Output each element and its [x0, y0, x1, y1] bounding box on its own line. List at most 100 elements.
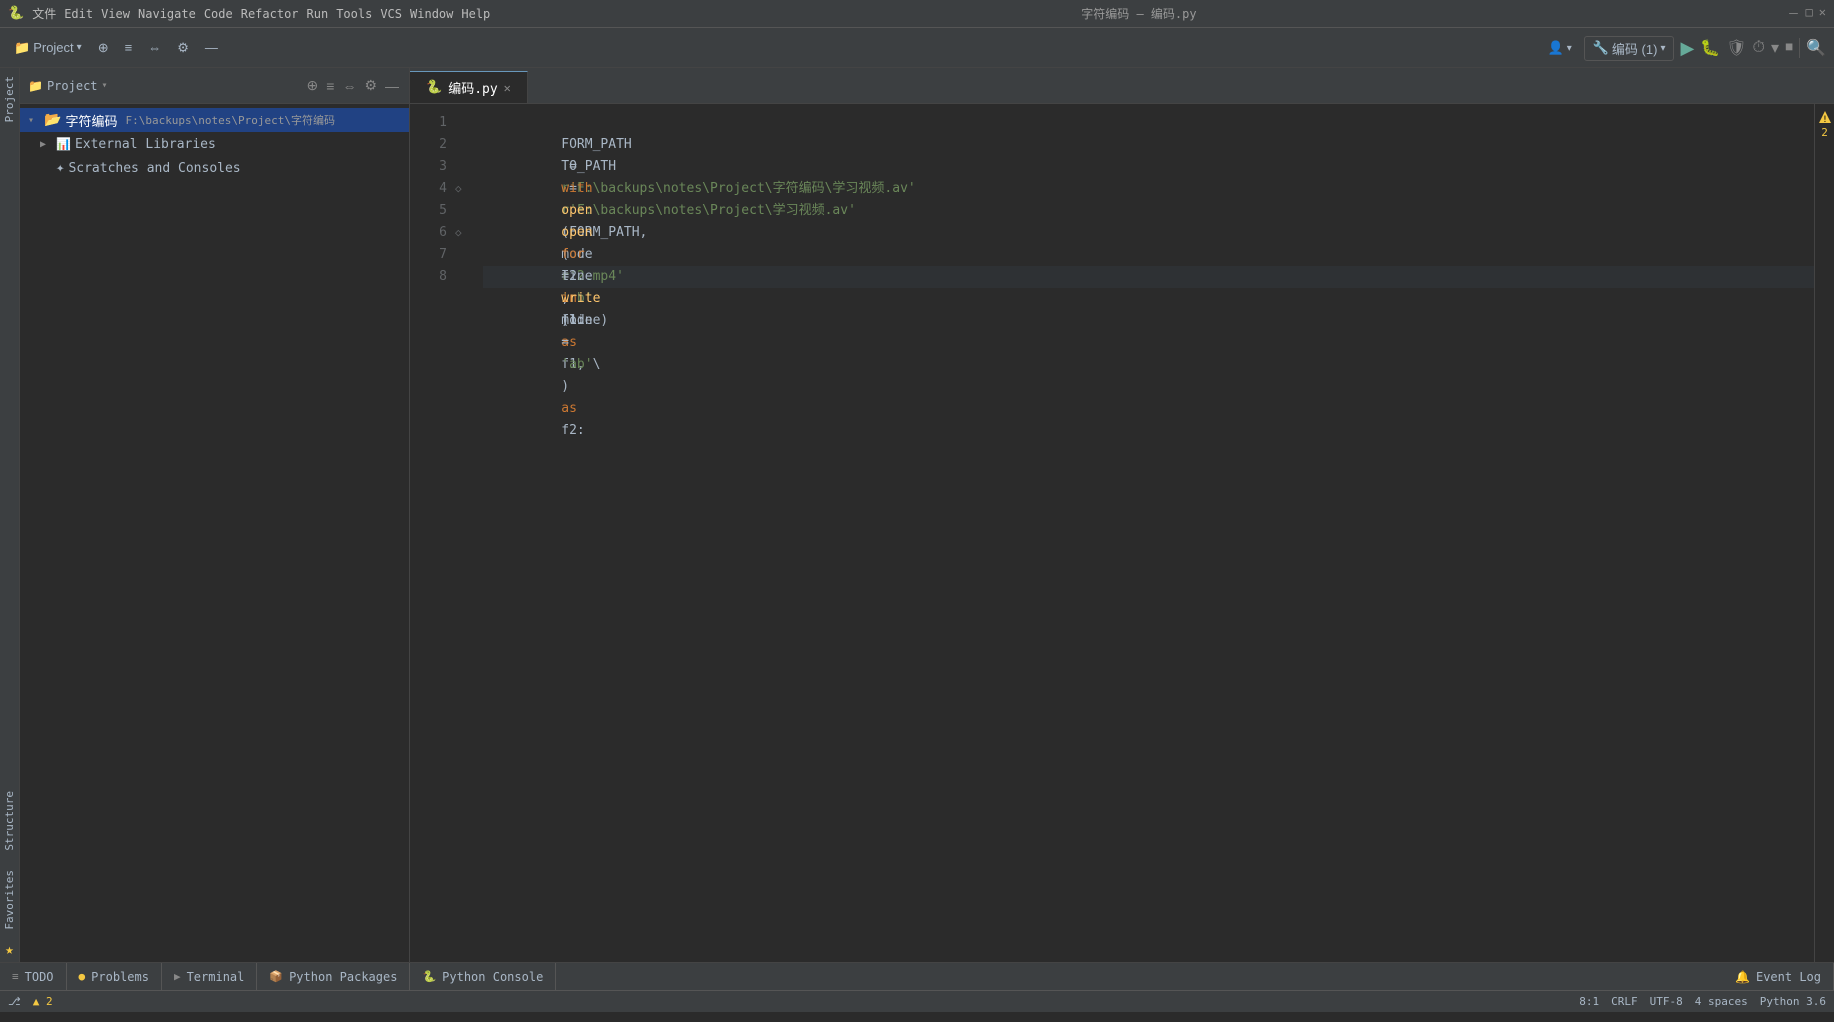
cursor-position[interactable]: 8:1 [1579, 995, 1599, 1008]
project-dropdown[interactable]: 📁 Project ▾ [8, 36, 88, 60]
code-token [561, 225, 592, 240]
project-activity-tab[interactable]: Project [1, 68, 18, 130]
editor-area: 🐍 编码.py ✕ 1 2 3 4 5 6 7 8 [410, 68, 1834, 962]
run-config-icon: 🔧 [1593, 40, 1609, 56]
fold-line-6[interactable]: ◇ [455, 222, 475, 244]
hide-panel-btn[interactable]: — [199, 36, 224, 59]
locate-in-tree-btn[interactable]: ⊕ [92, 36, 115, 60]
gear-icon: ⚙ [177, 40, 189, 56]
editor-tab-bar: 🐍 编码.py ✕ [410, 68, 1834, 104]
fold-line-2 [455, 134, 475, 156]
code-token: = [561, 335, 569, 350]
run-config-arrow: ▾ [1660, 43, 1665, 54]
line-ending[interactable]: CRLF [1611, 995, 1638, 1008]
editor-tab-bianma[interactable]: 🐍 编码.py ✕ [410, 71, 528, 103]
tab-terminal[interactable]: ▶ Terminal [162, 963, 257, 991]
tab-problems-label: Problems [91, 970, 149, 984]
tab-terminal-label: Terminal [187, 970, 245, 984]
warning-triangle-icon: ! [1818, 110, 1832, 124]
menu-refactor[interactable]: Refactor [241, 7, 299, 21]
line-numbers: 1 2 3 4 5 6 7 8 [410, 104, 455, 962]
fold-gutter: ◇ ◇ [455, 104, 475, 962]
settings-btn[interactable]: ⚙ [171, 36, 195, 60]
status-warnings[interactable]: ▲ 2 [33, 995, 53, 1008]
run-config-btn[interactable]: 🔧 编码 (1) ▾ [1584, 36, 1675, 61]
project-locate-btn[interactable]: ⊕ [305, 75, 321, 96]
code-token: f2. [561, 269, 584, 284]
menu-help[interactable]: Help [461, 7, 490, 21]
line-num-2: 2 [410, 134, 447, 156]
menu-code[interactable]: Code [204, 7, 233, 21]
project-tree: ▾ 📂 字符编码 F:\backups\notes\Project\字符编码 ▶… [20, 104, 409, 962]
fold-line-3 [455, 156, 475, 178]
code-content[interactable]: FORM_PATH = r'F:\backups\notes\Project\字… [475, 104, 1814, 962]
structure-activity-tab[interactable]: Structure [1, 783, 18, 859]
project-dropdown-arrow[interactable]: ▾ [102, 80, 108, 91]
menu-tools[interactable]: Tools [336, 7, 372, 21]
project-collapse-btn[interactable]: ≡ [324, 75, 336, 96]
fold-line-1 [455, 112, 475, 134]
tree-item-root[interactable]: ▾ 📂 字符编码 F:\backups\notes\Project\字符编码 [20, 108, 409, 132]
python-version[interactable]: Python 3.6 [1760, 995, 1826, 1008]
account-arrow: ▾ [1567, 43, 1572, 54]
line-num-5: 5 [410, 200, 447, 222]
code-token: r'F:\backups\notes\Project\字符编码\学习视频.av' [561, 181, 915, 196]
menu-window[interactable]: Window [410, 7, 453, 21]
menu-edit[interactable]: Edit [64, 7, 93, 21]
svg-text:!: ! [1822, 115, 1827, 124]
code-line-7[interactable] [483, 244, 1814, 266]
fold-line-4[interactable]: ◇ [455, 178, 475, 200]
code-token: 'ab' [561, 357, 592, 372]
library-icon: 📊 [56, 137, 71, 151]
code-line-3[interactable]: with open (FORM_PATH, mode = 'rb' ) as f… [483, 156, 1814, 178]
tree-item-path: F:\backups\notes\Project\字符编码 [125, 112, 335, 128]
menu-view[interactable]: View [101, 7, 130, 21]
code-token: f2: [561, 423, 584, 438]
expand-all-btn[interactable]: ⇔ [142, 36, 167, 59]
tree-item-ext-libs[interactable]: ▶ 📊 External Libraries [20, 132, 409, 156]
code-token: write [561, 291, 600, 306]
project-settings-btn[interactable]: ⚙ [362, 75, 379, 96]
search-everywhere-btn[interactable]: 🔍 [1806, 38, 1826, 58]
indent-label[interactable]: 4 spaces [1695, 995, 1748, 1008]
tab-problems[interactable]: ● Problems [67, 963, 162, 991]
code-line-1[interactable]: FORM_PATH = r'F:\backups\notes\Project\字… [483, 112, 1814, 134]
right-warning-gutter: ! 2 [1814, 104, 1834, 962]
line-num-3: 3 [410, 156, 447, 178]
menu-run[interactable]: Run [307, 7, 329, 21]
tab-python-packages[interactable]: 📦 Python Packages [257, 963, 410, 991]
tab-event-log[interactable]: 🔔 Event Log [1723, 963, 1834, 991]
menu-file[interactable]: 文件 [32, 5, 56, 22]
debug-btn[interactable]: 🐛 [1700, 38, 1720, 58]
collapse-all-btn[interactable]: ≡ [119, 36, 139, 59]
code-line-2[interactable]: TO_PATH = r'F:\backups\notes\Project\学习视… [483, 134, 1814, 156]
stop-btn[interactable]: ⏹ [1785, 39, 1793, 57]
run-btn[interactable]: ▶ [1680, 38, 1694, 59]
problems-icon: ● [79, 970, 86, 983]
tab-python-console[interactable]: 🐍 Python Console [410, 963, 556, 991]
tab-todo[interactable]: ≡ TODO [0, 963, 67, 991]
account-btn[interactable]: 👤 ▾ [1542, 36, 1578, 60]
encoding[interactable]: UTF-8 [1650, 995, 1683, 1008]
project-hide-btn[interactable]: — [383, 75, 401, 96]
project-expand-btn[interactable]: ⇔ [340, 75, 358, 96]
menu-vcs[interactable]: VCS [380, 7, 402, 21]
python-file-icon: 🐍 [426, 80, 442, 95]
coverage-btn[interactable]: 🛡 [1726, 38, 1746, 58]
code-line-6[interactable]: f2. write (line) [483, 222, 1814, 244]
tab-close-btn[interactable]: ✕ [504, 81, 511, 95]
code-editor: 1 2 3 4 5 6 7 8 ◇ ◇ [410, 104, 1834, 962]
menu-navigate[interactable]: Navigate [138, 7, 196, 21]
code-token [561, 203, 624, 218]
favorites-activity-tab[interactable]: Favorites [1, 862, 18, 938]
git-icon: ⎇ [8, 995, 21, 1008]
tree-item-scratches[interactable]: ✦ Scratches and Consoles [20, 156, 409, 180]
more-actions-btn[interactable]: ▾ [1771, 38, 1779, 58]
line-num-4: 4 [410, 178, 447, 200]
event-log-icon: 🔔 [1735, 970, 1750, 984]
expand-arrow-icon: ▾ [28, 115, 40, 126]
code-line-8[interactable] [483, 266, 1814, 288]
profile-btn[interactable]: ⏱ [1753, 39, 1765, 57]
bookmark-icon[interactable]: ★ [5, 938, 13, 962]
code-token: TO_PATH [561, 159, 616, 174]
